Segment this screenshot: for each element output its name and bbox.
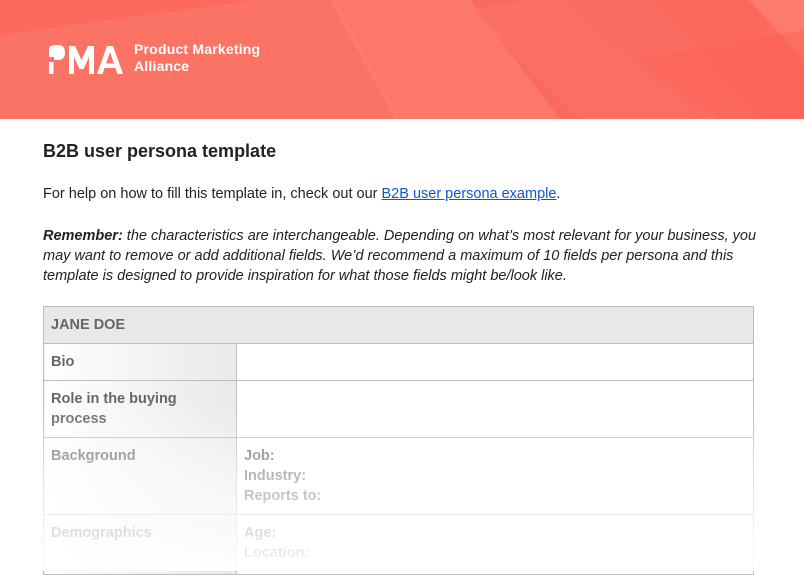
table-row: Background Job: Industry: Reports to:	[43, 437, 754, 515]
persona-example-link[interactable]: B2B user persona example	[382, 186, 557, 202]
brand-line-1: Product Marketing	[134, 41, 261, 57]
field-label[interactable]: Demographics	[43, 514, 237, 575]
job-field: Job:	[244, 448, 275, 464]
persona-name-cell[interactable]: JANE DOE	[43, 306, 754, 344]
table-row: Bio	[43, 343, 754, 381]
field-value[interactable]	[236, 380, 754, 438]
brand-line-2: Alliance	[134, 58, 190, 74]
remember-text: the characteristics are interchangeable.…	[43, 228, 757, 284]
document-title: B2B user persona template	[43, 141, 277, 161]
field-label[interactable]: Bio	[43, 343, 237, 381]
persona-table: JANE DOE Bio Role in the buying process …	[43, 306, 754, 575]
table-row: Demographics Age: Location:	[43, 514, 754, 575]
header-banner: Product Marketing Alliance	[0, 0, 804, 119]
remember-label: Remember:	[43, 228, 123, 244]
help-suffix: .	[556, 186, 561, 202]
field-value[interactable]: Age: Location:	[236, 514, 754, 575]
reports-to-field: Reports to:	[244, 488, 322, 504]
remember-paragraph: Remember: the characteristics are interc…	[43, 226, 768, 286]
field-label[interactable]: Background	[43, 437, 237, 515]
pma-logo[interactable]: Product Marketing Alliance	[46, 40, 260, 76]
age-field: Age:	[244, 525, 277, 541]
field-value[interactable]: Job: Industry: Reports to:	[236, 437, 754, 515]
field-value[interactable]	[236, 343, 754, 381]
pma-logo-icon	[49, 45, 123, 74]
persona-header-row: JANE DOE	[43, 306, 754, 344]
location-field: Location:	[244, 545, 310, 561]
brand-name: Product Marketing Alliance	[134, 41, 260, 75]
table-row: Role in the buying process	[43, 380, 754, 438]
help-paragraph: For help on how to fill this template in…	[43, 186, 560, 202]
field-label[interactable]: Role in the buying process	[43, 380, 237, 438]
help-prefix: For help on how to fill this template in…	[43, 186, 382, 202]
industry-field: Industry:	[244, 468, 307, 484]
